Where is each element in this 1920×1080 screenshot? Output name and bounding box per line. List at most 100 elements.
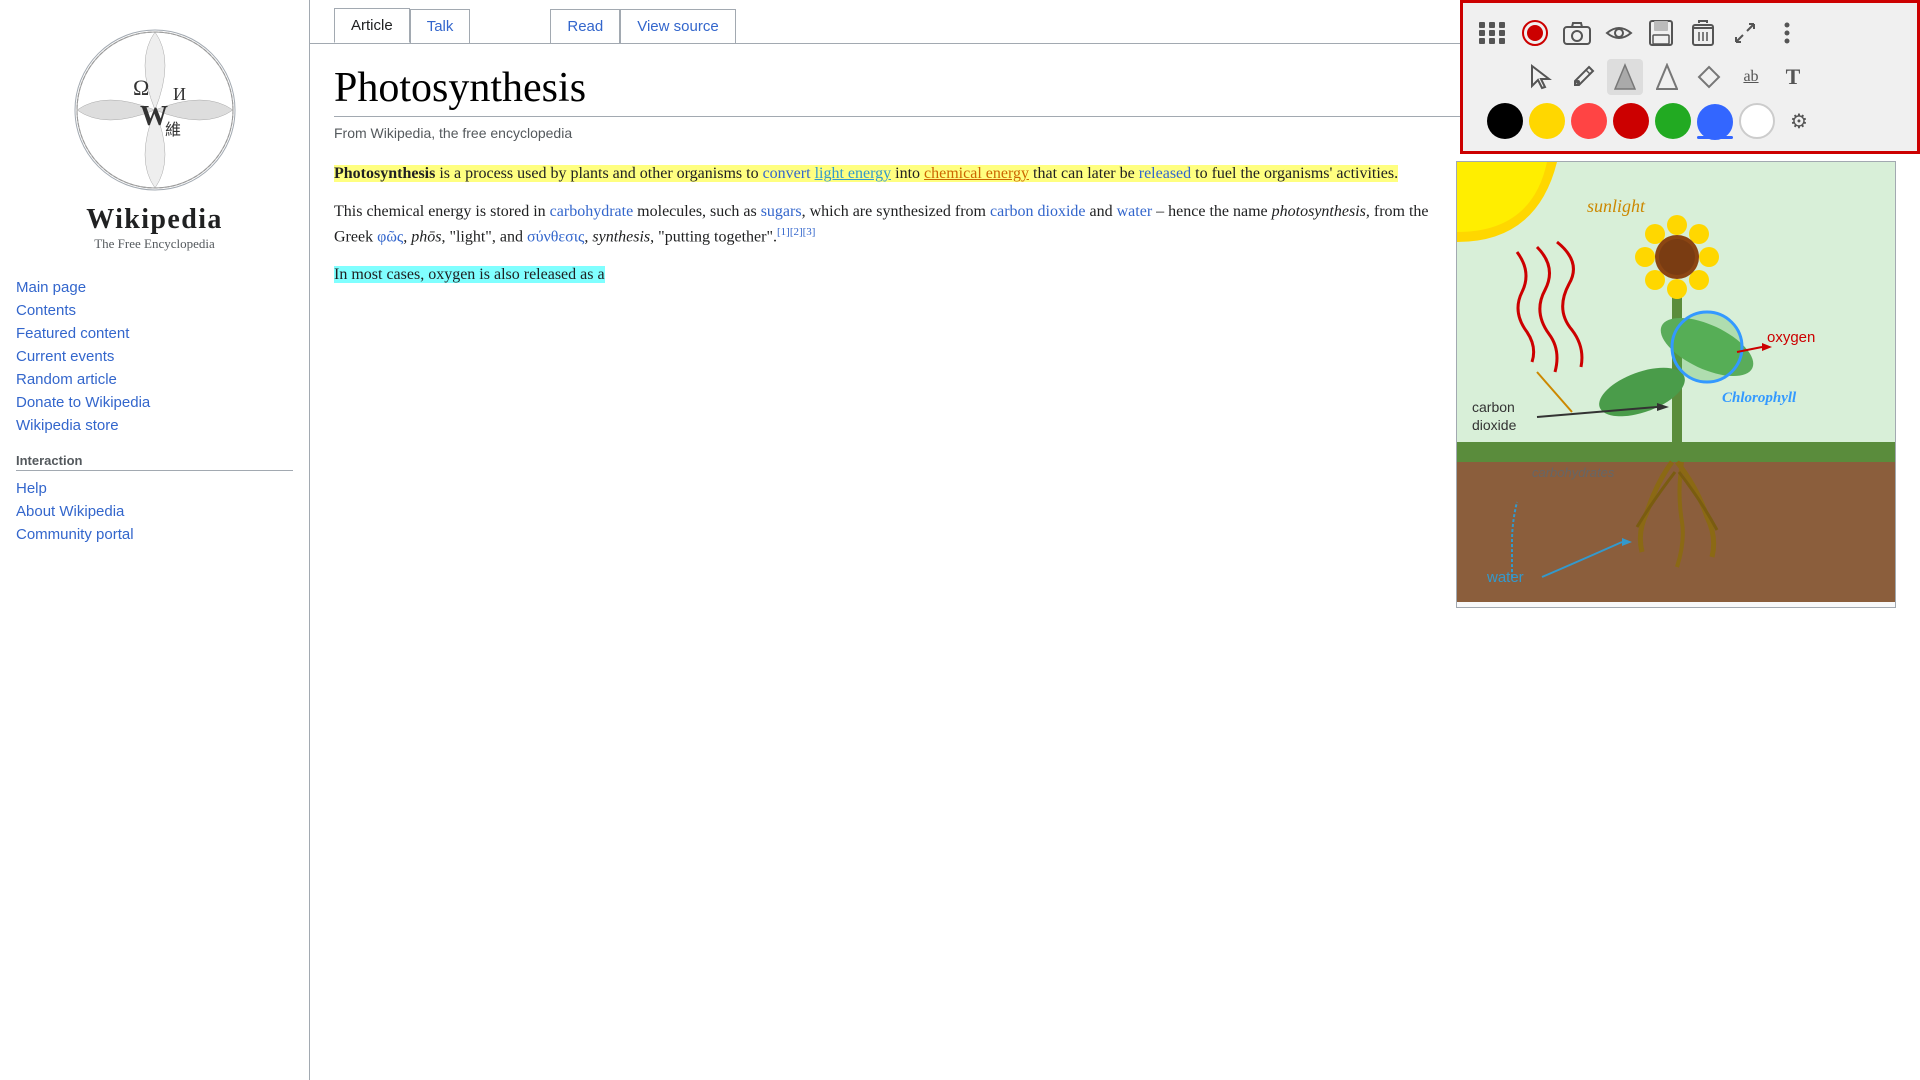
text-t-icon[interactable]: T: [1775, 59, 1811, 95]
gear-icon[interactable]: ⚙: [1781, 103, 1817, 139]
sidebar-item-main-page[interactable]: Main page: [16, 276, 293, 299]
tabs-container: Article Talk Read View source: [334, 8, 736, 43]
link-chemical-energy[interactable]: chemical energy: [924, 165, 1029, 182]
color-row: ⚙: [1475, 103, 1905, 139]
color-red-dark[interactable]: [1613, 103, 1649, 139]
save-icon[interactable]: [1643, 15, 1679, 51]
svg-text:W: W: [140, 101, 168, 132]
svg-text:Chlorophyll: Chlorophyll: [1722, 390, 1797, 406]
text-p2-c: , which are synthesized from: [802, 203, 990, 220]
more-icon[interactable]: [1769, 15, 1805, 51]
color-green[interactable]: [1655, 103, 1691, 139]
text-p1-d: that can later be: [1029, 165, 1139, 182]
text-p2-g: ,: [403, 229, 411, 246]
paragraph-3: In most cases, oxygen is also released a…: [334, 262, 1432, 288]
annotation-toolbar: ab T ⚙: [1460, 0, 1920, 154]
camera-icon[interactable]: [1559, 15, 1595, 51]
color-blue[interactable]: [1697, 104, 1733, 140]
image-box: sunlight Chlorophyll: [1456, 161, 1896, 608]
svg-text:oxygen: oxygen: [1767, 329, 1815, 346]
link-released[interactable]: released: [1139, 165, 1191, 182]
cursor-icon[interactable]: [1523, 59, 1559, 95]
photosynthesis-diagram: sunlight Chlorophyll: [1457, 162, 1895, 602]
sidebar-item-random[interactable]: Random article: [16, 368, 293, 391]
color-white[interactable]: [1739, 103, 1775, 139]
pen-icon[interactable]: [1565, 59, 1601, 95]
svg-text:維: 維: [165, 121, 181, 139]
text-p2-a: This chemical energy is stored in: [334, 203, 550, 220]
text-p3-teal: In most cases, oxygen is also released a…: [334, 266, 605, 283]
color-red-light[interactable]: [1571, 103, 1607, 139]
text-p2-d: and: [1086, 203, 1117, 220]
link-light-energy[interactable]: light energy: [815, 165, 892, 182]
link-carbon-dioxide[interactable]: carbon dioxide: [990, 203, 1086, 220]
sidebar-item-contents[interactable]: Contents: [16, 299, 293, 322]
text-p1-e: to fuel the organisms' activities.: [1191, 165, 1398, 182]
article-text: Photosynthesis is a process used by plan…: [334, 161, 1432, 608]
text-photosynthesis-italic: photosynthesis: [1272, 203, 1366, 220]
toolbar-row-1: [1475, 15, 1905, 51]
svg-text:carbohydrates: carbohydrates: [1532, 465, 1615, 480]
text-phos-italic: phōs: [411, 229, 441, 246]
interaction-nav: Help About Wikipedia Community portal: [16, 477, 293, 546]
text-p2-b: molecules, such as: [633, 203, 761, 220]
text-ab-icon[interactable]: ab: [1733, 59, 1769, 95]
link-sugars[interactable]: sugars: [761, 203, 802, 220]
grid-icon[interactable]: [1475, 15, 1511, 51]
svg-text:Ω: Ω: [133, 75, 149, 100]
text-photosynthesis-bold: Photosynthesis: [334, 165, 435, 182]
logo-title: Wikipedia: [86, 204, 223, 236]
trash-icon[interactable]: [1685, 15, 1721, 51]
sidebar-nav: Main page Contents Featured content Curr…: [16, 276, 293, 437]
link-water[interactable]: water: [1117, 203, 1153, 220]
paragraph-2: This chemical energy is stored in carboh…: [334, 199, 1432, 251]
text-p2-e: – hence the name: [1152, 203, 1272, 220]
color-selected-indicator: [1697, 136, 1733, 139]
interaction-section-title: Interaction: [16, 453, 293, 471]
tab-view-source[interactable]: View source: [620, 9, 735, 43]
ref-1[interactable]: [1]: [777, 226, 790, 238]
paragraph-1: Photosynthesis is a process used by plan…: [334, 161, 1432, 187]
content-body: Photosynthesis is a process used by plan…: [334, 161, 1896, 608]
main-content: Article Talk Read View source 👤 Not logg…: [310, 0, 1920, 1080]
minimize-icon[interactable]: [1727, 15, 1763, 51]
eraser-icon[interactable]: [1649, 59, 1685, 95]
sidebar-item-featured[interactable]: Featured content: [16, 322, 293, 345]
sidebar-item-community[interactable]: Community portal: [16, 523, 293, 546]
tab-read[interactable]: Read: [550, 9, 620, 43]
svg-text:carbon: carbon: [1472, 399, 1515, 415]
color-black[interactable]: [1487, 103, 1523, 139]
link-convert[interactable]: convert: [763, 165, 811, 182]
svg-text:water: water: [1486, 569, 1524, 586]
sidebar-item-store[interactable]: Wikipedia store: [16, 414, 293, 437]
color-blue-selected-container: [1697, 104, 1733, 139]
logo-area: Ω W И 維 Wikipedia The Free Encyclopedia: [16, 20, 293, 252]
ref-3[interactable]: [3]: [803, 226, 816, 238]
tab-talk[interactable]: Talk: [410, 9, 471, 43]
color-yellow[interactable]: [1529, 103, 1565, 139]
svg-text:dioxide: dioxide: [1472, 417, 1517, 433]
sidebar-item-donate[interactable]: Donate to Wikipedia: [16, 391, 293, 414]
text-p1-a: is a process used by plants and other or…: [435, 165, 762, 182]
record-button[interactable]: [1517, 15, 1553, 51]
text-p2-j: , "putting together".: [650, 229, 777, 246]
toolbar-row-2: ab T: [1475, 59, 1905, 95]
svg-text:И: И: [173, 84, 186, 104]
content-area: Photosynthesis From Wikipedia, the free …: [310, 44, 1920, 1080]
text-synthesis-italic: synthesis: [592, 229, 650, 246]
svg-text:sunlight: sunlight: [1587, 196, 1646, 216]
link-greek-phos[interactable]: φῶς: [377, 229, 403, 246]
text-p2-h: , "light", and: [441, 229, 527, 246]
sidebar: Ω W И 維 Wikipedia The Free Encyclopedia …: [0, 0, 310, 1080]
text-p1-b: [811, 165, 815, 182]
ref-2[interactable]: [2]: [790, 226, 803, 238]
diamond-icon[interactable]: [1691, 59, 1727, 95]
sidebar-item-about[interactable]: About Wikipedia: [16, 500, 293, 523]
tab-article[interactable]: Article: [334, 8, 410, 43]
highlighter-icon[interactable]: [1607, 59, 1643, 95]
sidebar-item-current-events[interactable]: Current events: [16, 345, 293, 368]
link-carbohydrate[interactable]: carbohydrate: [550, 203, 634, 220]
eye-icon[interactable]: [1601, 15, 1637, 51]
link-greek-synthesis[interactable]: σύνθεσις: [527, 229, 584, 246]
sidebar-item-help[interactable]: Help: [16, 477, 293, 500]
